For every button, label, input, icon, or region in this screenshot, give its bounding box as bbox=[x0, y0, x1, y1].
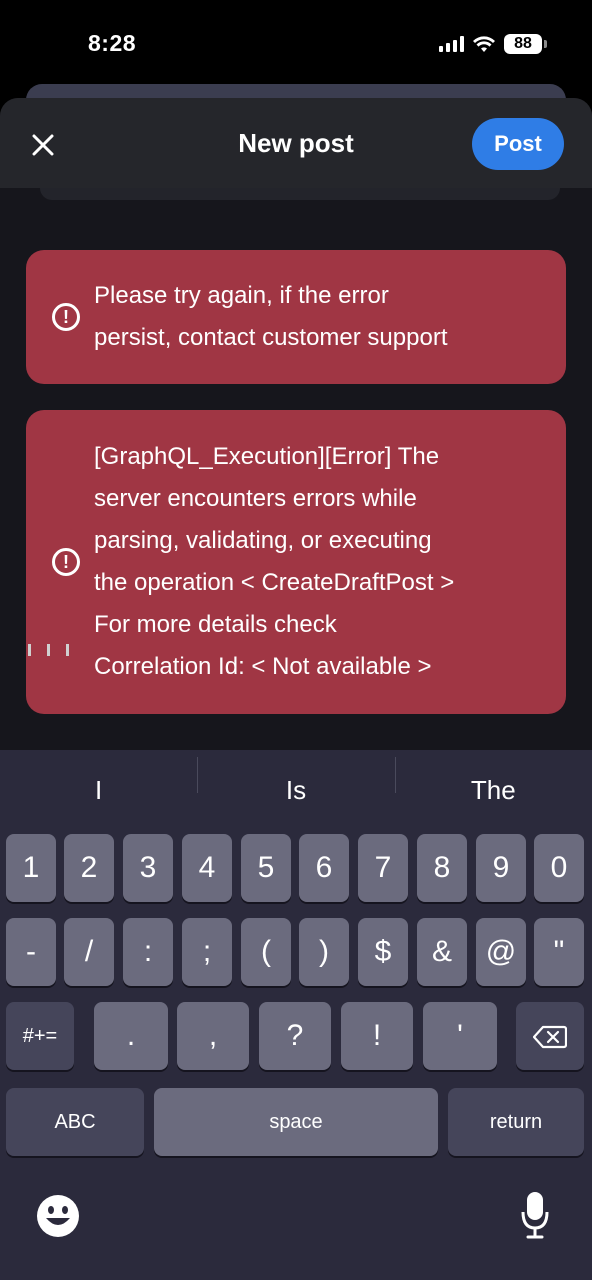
key-0[interactable]: 0 bbox=[534, 834, 584, 902]
alert-icon: ! bbox=[52, 548, 80, 576]
keyboard: I Is The 1 2 3 4 5 6 7 8 9 0 - / : ; ( )… bbox=[0, 750, 592, 1280]
composer-edge bbox=[40, 188, 560, 200]
new-post-modal: New post Post ! Please try again, if the… bbox=[0, 98, 592, 758]
key-9[interactable]: 9 bbox=[476, 834, 526, 902]
emoji-icon[interactable] bbox=[36, 1194, 80, 1243]
key-hyphen[interactable]: - bbox=[6, 918, 56, 986]
key-quote[interactable]: " bbox=[534, 918, 584, 986]
key-slash[interactable]: / bbox=[64, 918, 114, 986]
backspace-key[interactable] bbox=[516, 1002, 584, 1070]
space-key[interactable]: space bbox=[154, 1088, 438, 1156]
return-key[interactable]: return bbox=[448, 1088, 584, 1156]
key-3[interactable]: 3 bbox=[123, 834, 173, 902]
key-dollar[interactable]: $ bbox=[358, 918, 408, 986]
key-5[interactable]: 5 bbox=[241, 834, 291, 902]
key-ampersand[interactable]: & bbox=[417, 918, 467, 986]
key-7[interactable]: 7 bbox=[358, 834, 408, 902]
key-open-paren[interactable]: ( bbox=[241, 918, 291, 986]
error-message: [GraphQL_Execution][Error] The server en… bbox=[94, 443, 455, 680]
suggestion-bar: I Is The bbox=[0, 750, 592, 830]
post-button[interactable]: Post bbox=[472, 118, 564, 170]
wifi-icon bbox=[472, 35, 496, 53]
key-apostrophe[interactable]: ' bbox=[423, 1002, 497, 1070]
key-at[interactable]: @ bbox=[476, 918, 526, 986]
backspace-icon bbox=[532, 1025, 568, 1049]
status-time: 8:28 bbox=[88, 30, 137, 56]
key-8[interactable]: 8 bbox=[417, 834, 467, 902]
status-bar: 8:28 88 bbox=[0, 0, 592, 90]
key-exclamation[interactable]: ! bbox=[341, 1002, 413, 1070]
microphone-icon[interactable] bbox=[520, 1190, 550, 1245]
modal-header: New post Post bbox=[0, 98, 592, 188]
cellular-signal-icon bbox=[439, 36, 464, 52]
error-message: Please try again, if the error persist, … bbox=[94, 282, 448, 351]
text-cursor bbox=[28, 644, 69, 656]
key-close-paren[interactable]: ) bbox=[299, 918, 349, 986]
status-icons: 88 bbox=[439, 34, 547, 54]
error-banner: ! [GraphQL_Execution][Error] The server … bbox=[26, 410, 566, 714]
abc-key[interactable]: ABC bbox=[6, 1088, 144, 1156]
suggestion-item[interactable]: I bbox=[0, 775, 197, 806]
key-question[interactable]: ? bbox=[259, 1002, 331, 1070]
key-2[interactable]: 2 bbox=[64, 834, 114, 902]
suggestion-item[interactable]: The bbox=[394, 756, 592, 806]
key-1[interactable]: 1 bbox=[6, 834, 56, 902]
key-4[interactable]: 4 bbox=[182, 834, 232, 902]
error-banner: ! Please try again, if the error persist… bbox=[26, 250, 566, 384]
key-colon[interactable]: : bbox=[123, 918, 173, 986]
suggestion-item[interactable]: Is bbox=[197, 756, 394, 806]
alert-icon: ! bbox=[52, 303, 80, 331]
key-semicolon[interactable]: ; bbox=[182, 918, 232, 986]
key-period[interactable]: . bbox=[94, 1002, 168, 1070]
battery-icon: 88 bbox=[504, 34, 547, 54]
key-6[interactable]: 6 bbox=[299, 834, 349, 902]
symbols-toggle-key[interactable]: #+= bbox=[6, 1002, 74, 1070]
key-comma[interactable]: , bbox=[177, 1002, 249, 1070]
